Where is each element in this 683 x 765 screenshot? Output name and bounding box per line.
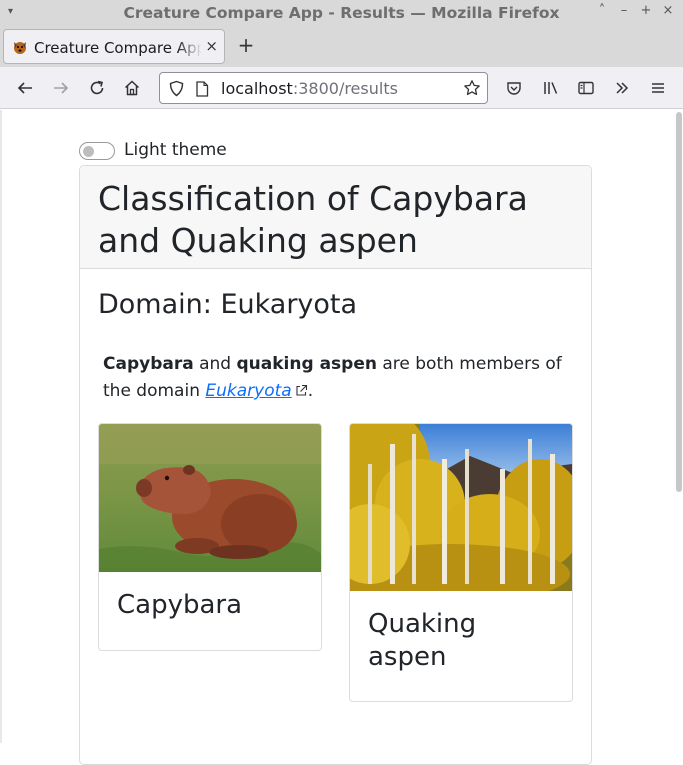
window-title: Creature Compare App - Results — Mozilla… — [123, 4, 560, 22]
chevron-double-right-icon — [616, 82, 629, 94]
extensions-button[interactable] — [503, 77, 525, 99]
library-icon — [544, 82, 558, 94]
menu-button[interactable] — [647, 77, 669, 99]
creature-name-capybara: Capybara — [117, 590, 243, 620]
window-close-icon[interactable]: × — [660, 3, 676, 18]
page-icon[interactable] — [195, 81, 209, 97]
vertical-scrollbar[interactable] — [676, 112, 682, 492]
sidebar-icon — [578, 81, 594, 95]
creature-name-quaking-aspen: Quaking aspen — [368, 609, 477, 672]
domain-description: Capybara and quaking aspen are both memb… — [103, 354, 562, 401]
toggle-knob — [83, 146, 94, 157]
capybara-photo — [99, 424, 321, 572]
window-raise-icon[interactable]: ˄ — [594, 3, 610, 18]
theme-toggle-switch[interactable] — [79, 142, 115, 160]
window-maximize-icon[interactable]: + — [638, 3, 654, 18]
home-icon — [124, 80, 140, 96]
new-tab-plus-icon[interactable]: + — [236, 35, 256, 55]
nav-bar: localhost:3800/results — [0, 67, 683, 109]
overflow-button[interactable] — [611, 77, 633, 99]
back-button[interactable] — [14, 77, 36, 99]
bookmark-star-icon[interactable] — [463, 79, 481, 97]
forward-button[interactable] — [50, 77, 72, 99]
dog-favicon-icon — [14, 42, 26, 54]
quaking-aspen-photo — [350, 424, 572, 591]
tab-close-icon[interactable]: × — [205, 37, 218, 55]
tab-strip: Creature Compare App - Results × + — [0, 27, 683, 67]
creature-name-1: Capybara — [103, 354, 194, 374]
back-arrow-icon — [17, 82, 32, 94]
creature-card-capybara[interactable]: Capybara — [98, 423, 322, 651]
tab-label: Creature Compare App - Results — [34, 39, 202, 57]
window-minimize-icon[interactable]: – — [616, 3, 632, 18]
theme-toggle-label[interactable]: Light theme — [124, 140, 227, 160]
tab-results[interactable]: Creature Compare App - Results × — [3, 29, 225, 64]
card-header: Classification of Capybara and Quaking a… — [80, 166, 591, 269]
hamburger-menu-icon — [652, 83, 664, 93]
url-bar[interactable]: localhost:3800/results — [159, 72, 488, 104]
shield-icon[interactable] — [168, 80, 185, 97]
domain-heading: Domain: Eukaryota — [98, 289, 358, 320]
pocket-save-icon — [507, 82, 521, 95]
creature-card-quaking-aspen[interactable]: Quaking aspen — [349, 423, 573, 702]
reload-icon — [90, 80, 104, 95]
classification-card: Classification of Capybara and Quaking a… — [79, 165, 592, 765]
forward-arrow-icon — [54, 82, 69, 94]
library-button[interactable] — [540, 77, 562, 99]
viewport-left-edge — [0, 110, 2, 743]
eukaryota-link[interactable]: Eukaryota — [205, 381, 291, 401]
page-title: Classification of Capybara and Quaking a… — [98, 179, 528, 260]
external-link-icon — [296, 384, 307, 396]
url-text[interactable]: localhost:3800/results — [221, 79, 398, 98]
home-button[interactable] — [121, 77, 143, 99]
reload-button[interactable] — [86, 77, 108, 99]
sidebar-button[interactable] — [575, 77, 597, 99]
window-titlebar: ▾ Creature Compare App - Results — Mozil… — [0, 0, 683, 27]
creature-name-2: quaking aspen — [236, 354, 377, 374]
